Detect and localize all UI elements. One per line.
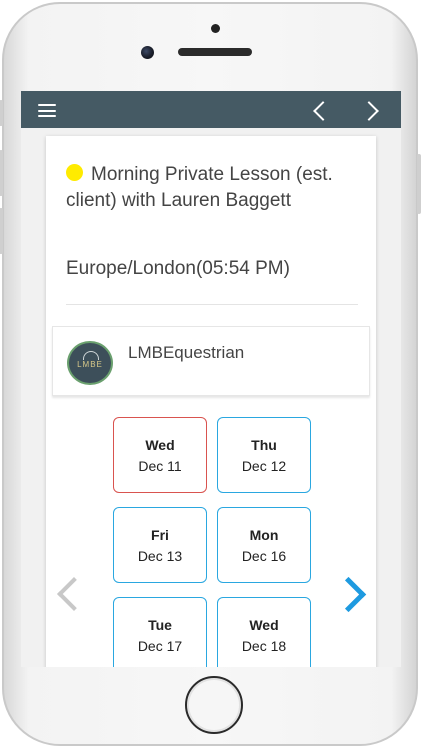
date-option[interactable]: Wed Dec 18 [217, 597, 311, 667]
date-weekday: Wed [249, 617, 279, 633]
date-month-day: Dec 17 [137, 638, 183, 654]
app-screen: Morning Private Lesson (est. client) wit… [21, 91, 401, 667]
business-name: LMBEquestrian [128, 343, 245, 362]
chevron-left-icon[interactable] [57, 577, 91, 611]
date-month-day: Dec 16 [241, 548, 287, 564]
home-button[interactable] [185, 676, 243, 734]
top-navigation-bar [21, 91, 401, 128]
volume-down-button [0, 208, 3, 254]
silent-switch [0, 100, 3, 126]
date-option[interactable]: Wed Dec 11 [113, 417, 207, 493]
date-month-day: Dec 13 [137, 548, 183, 564]
booking-card: Morning Private Lesson (est. client) wit… [46, 136, 376, 667]
earpiece-speaker [178, 48, 252, 56]
date-option[interactable]: Thu Dec 12 [217, 417, 311, 493]
date-weekday: Fri [151, 527, 169, 543]
front-camera [141, 46, 154, 59]
date-option[interactable]: Tue Dec 17 [113, 597, 207, 667]
business-logo: LMBE [67, 341, 113, 385]
divider [66, 304, 358, 305]
business-info: LMBE LMBEquestrian [52, 326, 370, 396]
date-month-day: Dec 18 [241, 638, 287, 654]
date-month-day: Dec 12 [241, 458, 287, 474]
date-weekday: Tue [148, 617, 172, 633]
volume-up-button [0, 150, 3, 196]
date-weekday: Mon [249, 527, 279, 543]
chevron-left-icon[interactable] [313, 101, 333, 121]
date-option[interactable]: Mon Dec 16 [217, 507, 311, 583]
horse-logo-icon [83, 351, 99, 360]
date-weekday: Thu [251, 437, 277, 453]
power-button [417, 154, 421, 214]
chevron-right-icon[interactable] [359, 101, 379, 121]
hamburger-menu-icon[interactable] [38, 104, 56, 117]
appointment-title: Morning Private Lesson (est. client) wit… [66, 164, 333, 211]
sensor-dot [211, 24, 220, 33]
appointment-title-row: Morning Private Lesson (est. client) wit… [66, 162, 366, 214]
timezone-label: Europe/London(05:54 PM) [66, 258, 290, 279]
chevron-right-icon[interactable] [330, 576, 367, 613]
date-weekday: Wed [145, 437, 175, 453]
logo-text: LMBE [77, 360, 103, 369]
status-dot-icon [66, 164, 83, 181]
date-option[interactable]: Fri Dec 13 [113, 507, 207, 583]
date-month-day: Dec 11 [138, 458, 182, 474]
